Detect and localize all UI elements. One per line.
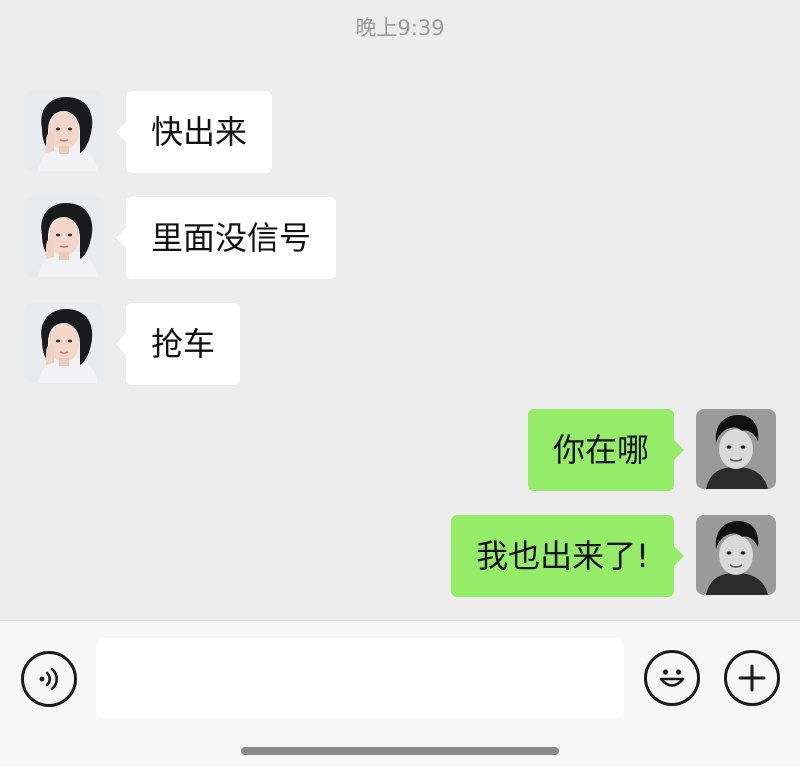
contact-avatar[interactable]: [24, 197, 104, 277]
plus-icon: [738, 664, 766, 692]
message-row: 里面没信号: [24, 197, 337, 279]
more-options-button[interactable]: [724, 650, 780, 706]
incoming-message-bubble[interactable]: 快出来: [115, 91, 273, 173]
my-avatar[interactable]: [696, 515, 776, 595]
outgoing-message-bubble[interactable]: 你在哪: [527, 409, 685, 491]
message-row: 我也出来了!: [451, 515, 776, 597]
contact-avatar-image: [24, 91, 104, 171]
message-input[interactable]: [96, 638, 624, 718]
my-avatar-image: [696, 515, 776, 595]
outgoing-message-bubble[interactable]: 我也出来了!: [451, 515, 684, 597]
emoji-button[interactable]: [644, 650, 700, 706]
my-avatar[interactable]: [696, 409, 776, 489]
my-avatar-image: [696, 409, 776, 489]
message-row: 快出来: [24, 91, 273, 173]
incoming-message-bubble[interactable]: 抢车: [115, 303, 241, 385]
home-indicator[interactable]: [241, 747, 559, 755]
message-row: 你在哪: [527, 409, 776, 491]
chat-screen: 晚上9:39 快出来 里面没信号 抢车 你在哪 我也出来了!: [0, 0, 800, 767]
incoming-message-bubble[interactable]: 里面没信号: [115, 197, 337, 279]
contact-avatar[interactable]: [24, 91, 104, 171]
contact-avatar-image: [24, 303, 104, 383]
contact-avatar[interactable]: [24, 303, 104, 383]
message-row: 抢车: [24, 303, 241, 385]
emoji-icon: [659, 669, 685, 687]
voice-icon: [39, 667, 58, 691]
voice-button[interactable]: [21, 651, 77, 707]
chat-input-bar: [0, 620, 800, 767]
contact-avatar-image: [24, 197, 104, 277]
message-timestamp: 晚上9:39: [355, 16, 445, 40]
